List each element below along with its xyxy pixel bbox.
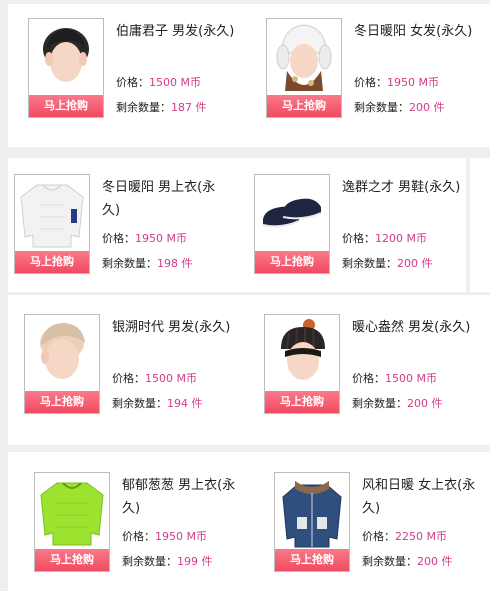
buy-now-button[interactable]: 马上抢购 <box>25 391 99 413</box>
product-name[interactable]: 银溯时代 男发(永久) <box>112 316 240 339</box>
product-card: 马上抢购 银溯时代 男发(永久) 价格：1500 M币 剩余数量：194 件 <box>24 314 244 414</box>
product-card: 马上抢购 冬日暖阳 女发(永久) 价格：1950 M币 剩余数量：200 件 <box>266 18 486 118</box>
product-price: 价格：1500 M币 <box>112 372 197 385</box>
product-image[interactable]: 马上抢购 <box>264 314 340 414</box>
product-name[interactable]: 暖心盎然 男发(永久) <box>352 316 480 339</box>
product-stock: 剩余数量：200 件 <box>342 257 433 270</box>
product-card: 马上抢购 暖心盎然 男发(永久) 价格：1500 M币 剩余数量：200 件 <box>264 314 484 414</box>
product-card: 马上抢购 伯庸君子 男发(永久) 价格：1500 M币 剩余数量：187 件 <box>28 18 248 118</box>
buy-now-button[interactable]: 马上抢购 <box>35 549 109 571</box>
product-image[interactable]: 马上抢购 <box>14 174 90 274</box>
sweater-icon <box>20 184 84 248</box>
product-name[interactable]: 郁郁葱葱 男上衣(永久) <box>122 474 250 520</box>
product-card: 马上抢购 冬日暖阳 男上衣(永久) 价格：1950 M币 剩余数量：198 件 <box>14 174 234 274</box>
product-price: 价格：1200 M币 <box>342 232 427 245</box>
denim-jacket-icon <box>282 481 342 548</box>
product-stock: 剩余数量：199 件 <box>122 555 213 568</box>
product-image[interactable]: 马上抢购 <box>274 472 350 572</box>
product-image[interactable]: 马上抢购 <box>28 18 104 118</box>
female-hat-icon <box>276 24 332 91</box>
product-image[interactable]: 马上抢购 <box>34 472 110 572</box>
product-card: 马上抢购 郁郁葱葱 男上衣(永久) 价格：1950 M币 剩余数量：199 件 <box>34 472 254 572</box>
product-stock: 剩余数量：200 件 <box>352 397 443 410</box>
product-image[interactable]: 马上抢购 <box>266 18 342 118</box>
product-stock: 剩余数量：198 件 <box>102 257 193 270</box>
product-name[interactable]: 伯庸君子 男发(永久) <box>116 20 244 43</box>
product-price: 价格：1950 M币 <box>354 76 439 89</box>
male-hair-icon <box>43 28 89 82</box>
buy-now-button[interactable]: 马上抢购 <box>15 251 89 273</box>
product-stock: 剩余数量：194 件 <box>112 397 203 410</box>
product-stock: 剩余数量：200 件 <box>354 101 445 114</box>
product-price: 价格：2250 M币 <box>362 530 447 543</box>
shoes-icon <box>262 198 322 228</box>
product-name[interactable]: 风和日暖 女上衣(永久) <box>362 474 490 520</box>
buy-now-button[interactable]: 马上抢购 <box>267 95 341 117</box>
buy-now-button[interactable]: 马上抢购 <box>275 549 349 571</box>
product-price: 价格：1950 M币 <box>102 232 187 245</box>
product-image[interactable]: 马上抢购 <box>24 314 100 414</box>
silver-hair-icon <box>40 323 85 379</box>
product-name[interactable]: 冬日暖阳 女发(永久) <box>354 20 482 43</box>
product-stock: 剩余数量：200 件 <box>362 555 453 568</box>
product-stock: 剩余数量：187 件 <box>116 101 207 114</box>
buy-now-button[interactable]: 马上抢购 <box>265 391 339 413</box>
product-price: 价格：1500 M币 <box>116 76 201 89</box>
product-card: 马上抢购 逸群之才 男鞋(永久) 价格：1200 M币 剩余数量：200 件 <box>254 174 474 274</box>
beanie-hair-icon <box>281 319 325 380</box>
product-image[interactable]: 马上抢购 <box>254 174 330 274</box>
product-price: 价格：1950 M币 <box>122 530 207 543</box>
buy-now-button[interactable]: 马上抢购 <box>255 251 329 273</box>
buy-now-button[interactable]: 马上抢购 <box>29 95 103 117</box>
product-name[interactable]: 冬日暖阳 男上衣(永久) <box>102 176 230 222</box>
green-sweater-icon <box>40 482 104 546</box>
product-card: 马上抢购 风和日暖 女上衣(永久) 价格：2250 M币 剩余数量：200 件 <box>274 472 490 572</box>
product-price: 价格：1500 M币 <box>352 372 437 385</box>
product-name[interactable]: 逸群之才 男鞋(永久) <box>342 176 470 199</box>
